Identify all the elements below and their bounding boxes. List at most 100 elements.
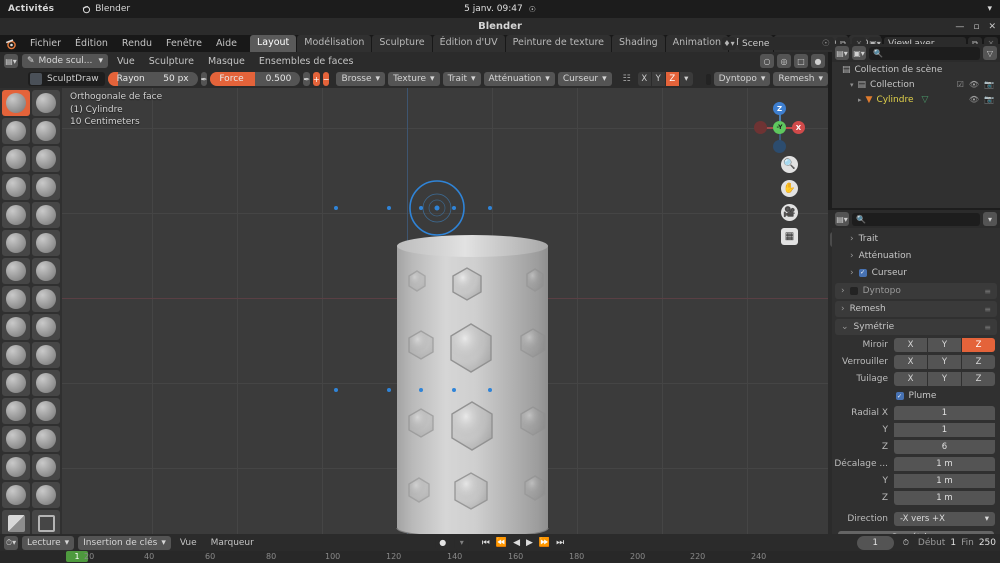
mirror-axis-y[interactable]: Y [928,338,961,352]
eye-icon[interactable]: 👁 [969,95,979,104]
tool-simplify[interactable] [32,426,60,452]
jump-start-button[interactable]: ⏮ [482,538,490,548]
tool-inflate[interactable] [2,174,30,200]
trait-dropdown[interactable]: Trait ▾ [442,72,481,86]
menu-masque[interactable]: Masque [203,56,250,67]
dyntopo-checkbox[interactable] [849,287,858,295]
section-curseur[interactable]: › ✓ Curseur [832,264,1000,281]
interaction-mode-dropdown[interactable]: ✎ Mode scul... ▾ [22,54,108,68]
offset-z-field[interactable]: 1 m [894,491,995,505]
tool-mask-lasso[interactable] [32,510,60,536]
view-orientation-gizmo[interactable]: Z -Y X [752,100,806,154]
mirror-axis-z[interactable]: Z [962,338,995,352]
tool-multiplane-scrape[interactable] [32,258,60,284]
tool-slide-relax[interactable] [2,398,30,424]
notification-bell-icon[interactable]: ☉ [529,5,536,14]
gnome-status-icons[interactable]: ▾ [987,4,992,14]
zoom-icon[interactable]: 🔍 [781,156,798,173]
outliner-search-field[interactable] [885,48,976,58]
section-symetrie[interactable]: ⌄ Symétrie ≡ [835,319,997,335]
activities-button[interactable]: Activités [8,4,54,14]
strength-pressure-icon[interactable]: ✒ [303,72,311,86]
tool-fill[interactable] [32,230,60,256]
workspace-tab-layout[interactable]: Layout [249,35,297,52]
radial-x-field[interactable]: 1 [894,406,995,420]
shading-solid-button[interactable]: ● [811,54,825,68]
workspace-tab-animation[interactable]: Animation [665,35,729,52]
section-attenuation[interactable]: › Atténuation [832,247,1000,264]
maximize-button[interactable]: ▫ [973,22,979,32]
tool-mask-box[interactable] [2,510,30,536]
gnome-clock[interactable]: 5 janv. 09:47 ☉ [464,4,536,14]
section-remesh[interactable]: › Remesh ≡ [835,301,997,317]
menu-aide[interactable]: Aide [209,35,244,52]
viewport-overlays-toggle[interactable]: ◎ [777,54,791,68]
properties-editor-icon[interactable]: ▤▾ [835,212,849,226]
tool-pose[interactable] [32,342,60,368]
offset-x-field[interactable]: 1 m [894,457,995,471]
3d-viewport[interactable]: Orthogonale de face (1) Cylindre 10 Cent… [62,88,828,534]
tool-boundary[interactable] [32,398,60,424]
tool-pinch[interactable] [2,286,30,312]
timeline-ruler[interactable]: 1 20 40 60 80 100 120 140 160 180 200 22… [0,551,1000,563]
camera-icon[interactable]: 📷 [984,95,994,104]
radial-y-field[interactable]: 1 [894,423,995,437]
brush-strength-slider[interactable]: Force 0.500 [210,72,301,86]
properties-options-icon[interactable]: ▾ [983,212,997,226]
outliner-row-collection[interactable]: ▾ ▤ Collection ☑ 👁 📷 [832,77,1000,92]
mirror-axis-x[interactable]: X [894,338,927,352]
tool-draw-sharp[interactable] [32,90,60,116]
menu-vue-timeline[interactable]: Vue [175,538,202,548]
curseur-checkbox[interactable]: ✓ [858,268,867,277]
menu-vue[interactable]: Vue [112,56,140,67]
workspace-tab-shading[interactable]: Shading [612,35,665,52]
plus-icon[interactable]: + [313,72,320,86]
brush-radius-slider[interactable]: Rayon 50 px [107,72,198,86]
id-type-filter-icon[interactable]: ▣▾ [852,46,866,60]
tool-crease[interactable] [2,202,30,228]
menu-fichier[interactable]: Fichier [23,35,68,52]
menu-sculpture[interactable]: Sculpture [144,56,199,67]
attenuation-dropdown[interactable]: Atténuation ▾ [483,72,555,86]
current-frame-field[interactable]: 1 [856,535,894,550]
tool-draw-face-sets[interactable] [32,454,60,480]
symmetry-axis-y[interactable]: Y [651,72,665,86]
symmetry-axis-z[interactable]: Z [665,72,679,86]
symmetry-options-dropdown[interactable]: ▾ [679,72,693,86]
tool-clay[interactable] [2,118,30,144]
remesh-dropdown[interactable]: Remesh ▾ [773,72,828,86]
section-dyntopo[interactable]: › Dyntopo ≡ [835,283,997,299]
tiling-axis-z[interactable]: Z [962,372,995,386]
record-options-dropdown[interactable]: ▾ [454,535,469,550]
tool-draw[interactable] [2,90,30,116]
record-dot-icon[interactable]: ● [435,535,450,550]
scene-name-field[interactable]: Scene ☉ [738,37,834,50]
dyntopo-checkbox[interactable] [705,73,711,85]
gizmo-axis-z[interactable]: Z [773,102,786,115]
tool-smooth[interactable] [32,202,60,228]
properties-search-field[interactable] [868,214,976,224]
symmetry-axis-x[interactable]: X [637,72,651,86]
tool-blob[interactable] [32,174,60,200]
gizmo-axis-x[interactable]: X [792,121,805,134]
workspace-tab-texture-paint[interactable]: Peinture de texture [505,35,612,52]
end-value[interactable]: 250 [979,538,996,548]
editor-type-icon[interactable]: ▤▾ [4,54,18,68]
outliner-display-mode-icon[interactable]: ▤▾ [835,46,849,60]
active-brush-field[interactable]: SculptDraw [28,72,105,86]
tool-rotate[interactable] [32,370,60,396]
menu-fenetre[interactable]: Fenêtre [159,35,209,52]
lock-axis-z[interactable]: Z [962,355,995,369]
tool-layer[interactable] [32,146,60,172]
jump-end-button[interactable]: ⏭ [556,538,564,548]
gizmo-axis-neg-x[interactable] [754,121,767,134]
outliner-row-scene-collection[interactable]: ▤ Collection de scène [832,62,1000,77]
timeline-editor-icon[interactable]: ⏱▾ [4,535,18,550]
properties-search-input[interactable]: 🔍 [852,212,980,226]
workspace-tab-sculpture[interactable]: Sculpture [372,35,432,52]
camera-view-icon[interactable]: 🎥 [781,204,798,221]
radius-pressure-icon[interactable]: ✒ [200,72,208,86]
eye-icon[interactable]: 👁 [969,80,979,89]
xray-toggle[interactable]: □ [794,54,808,68]
tool-elastic-deform[interactable] [2,314,30,340]
